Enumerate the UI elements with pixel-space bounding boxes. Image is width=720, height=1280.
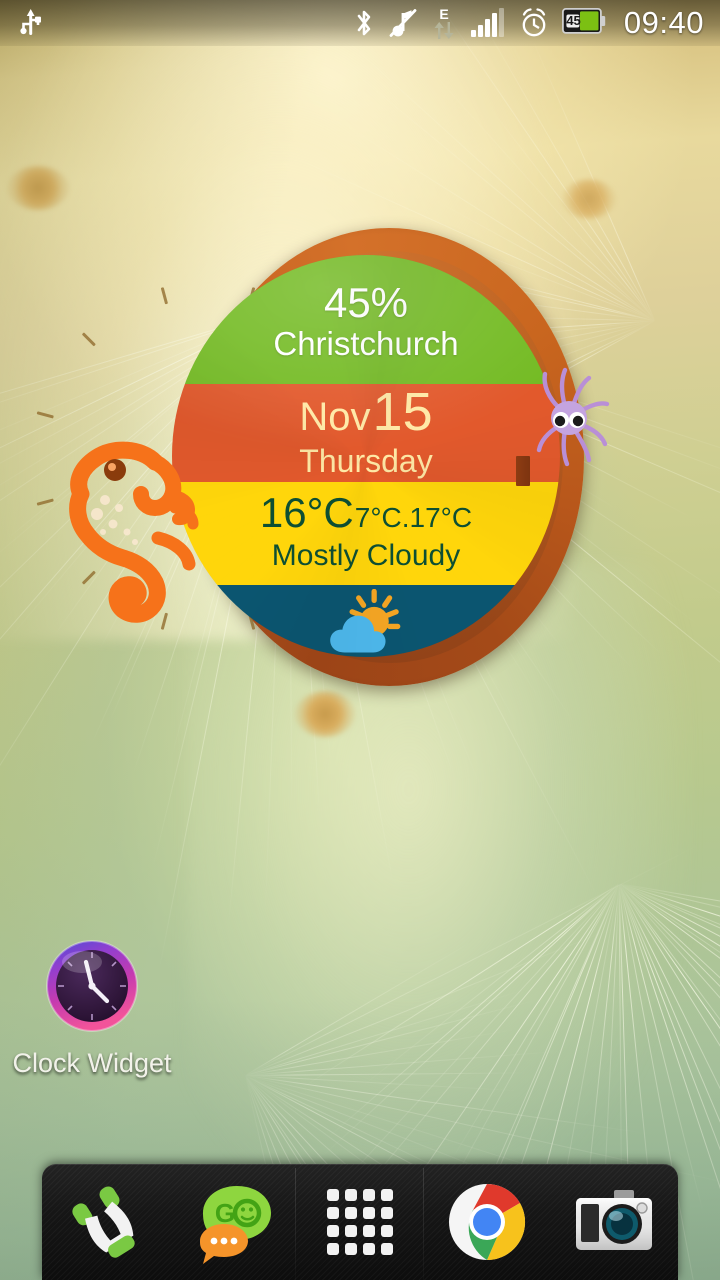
status-bar-clock: 09:40 bbox=[623, 5, 704, 40]
day-number: 15 bbox=[372, 382, 433, 443]
music-muted-icon bbox=[389, 9, 417, 37]
weather-clock-widget[interactable]: 45% Christchurch Nov 15 Thursday 16°C 7°… bbox=[36, 228, 610, 686]
city-name: Christchurch bbox=[273, 324, 459, 362]
camera-icon bbox=[576, 1190, 653, 1250]
dock-item-go-sms[interactable]: G bbox=[169, 1164, 297, 1280]
signal-bars-icon bbox=[470, 8, 504, 37]
status-bar[interactable]: E 45 09:40 bbox=[0, 0, 720, 46]
status-bar-right: E 45 09:40 bbox=[353, 5, 720, 41]
shortcut-clock-widget[interactable]: Clock Widget bbox=[8, 938, 176, 1079]
dock: G bbox=[42, 1164, 678, 1280]
month-label: Nov bbox=[299, 395, 371, 440]
chrome-icon bbox=[449, 1183, 526, 1261]
sun-behind-cloud-icon bbox=[330, 588, 401, 653]
date-line: Nov 15 bbox=[299, 385, 432, 439]
status-bar-left bbox=[0, 8, 353, 38]
widget-humidity-band[interactable]: 45% Christchurch bbox=[172, 255, 560, 384]
svg-text:E: E bbox=[439, 6, 448, 22]
battery-percent-text: 45 bbox=[566, 12, 581, 28]
battery-icon: 45 bbox=[561, 7, 606, 39]
bluetooth-icon bbox=[357, 10, 371, 36]
edge-data-icon: E bbox=[434, 6, 454, 39]
dock-item-chrome[interactable] bbox=[424, 1164, 551, 1280]
weather-condition: Mostly Cloudy bbox=[271, 539, 461, 573]
current-temperature: 16°C bbox=[259, 489, 354, 537]
analog-clock-icon[interactable] bbox=[44, 938, 140, 1034]
phone-icon bbox=[71, 1186, 135, 1258]
go-sms-icon: G bbox=[199, 1186, 271, 1264]
home-screen: E 45 09:40 45% Christchurch Nov 15 Thurs… bbox=[0, 0, 720, 1280]
alarm-clock-icon bbox=[522, 8, 546, 37]
spider-decoration bbox=[536, 367, 610, 467]
dock-item-phone[interactable] bbox=[42, 1164, 169, 1280]
svg-text:G: G bbox=[215, 1198, 235, 1228]
humidity-value: 45% bbox=[323, 278, 409, 326]
shortcut-label: Clock Widget bbox=[12, 1048, 172, 1078]
chameleon-decoration bbox=[69, 441, 199, 623]
weekday-label: Thursday bbox=[299, 443, 433, 480]
app-drawer-icon bbox=[327, 1189, 393, 1255]
temperature-range: 7°C.17°C bbox=[354, 502, 473, 534]
dock-item-app-drawer[interactable] bbox=[296, 1164, 424, 1280]
dock-item-camera[interactable] bbox=[551, 1164, 678, 1280]
temperature-line: 16°C 7°C.17°C bbox=[260, 492, 472, 534]
usb-icon bbox=[20, 9, 41, 35]
